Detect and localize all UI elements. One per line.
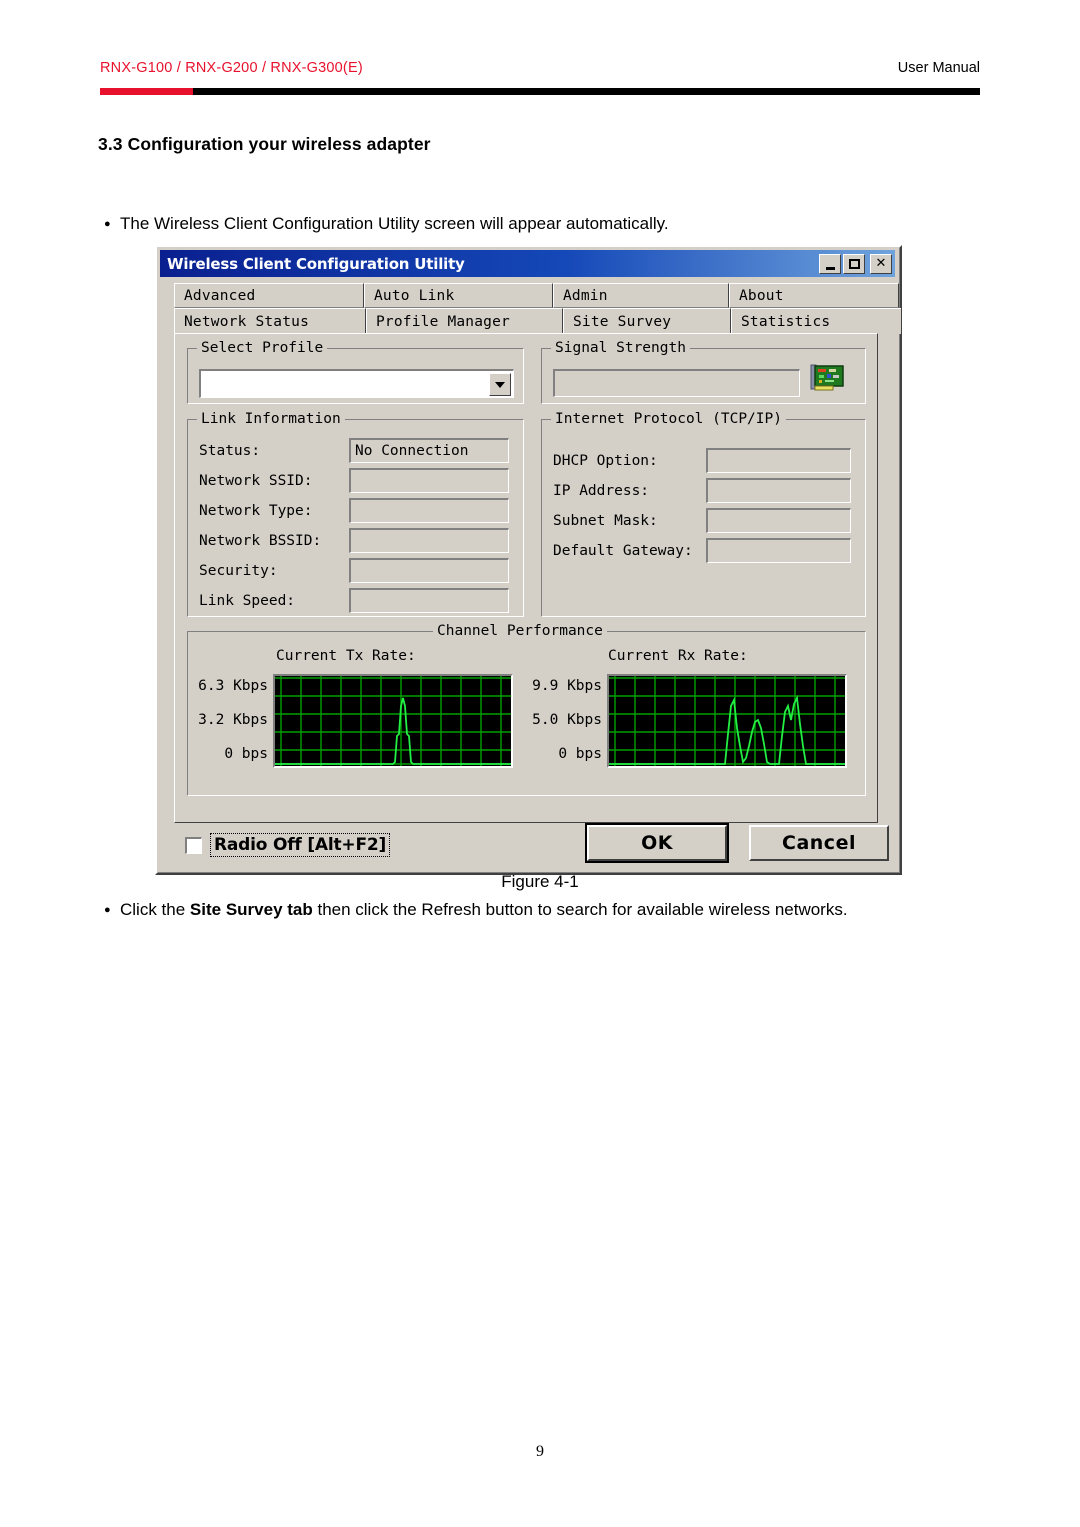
link-row-network-type: Network Type: (199, 498, 509, 523)
internet-protocol-group-title: Internet Protocol (TCP/IP) (551, 411, 786, 427)
minimize-icon[interactable] (819, 253, 841, 274)
tab-advanced[interactable]: Advanced (174, 283, 364, 308)
value-dhcp-option (706, 448, 851, 473)
current-tx-rate-title: Current Tx Rate: (276, 648, 416, 664)
label-link-speed: Link Speed: (199, 592, 296, 609)
label-network-type: Network Type: (199, 502, 313, 519)
network-status-tab-panel: Select Profile Signal Strength Link Info… (174, 333, 878, 823)
signal-strength-group-title: Signal Strength (551, 340, 690, 356)
tx-axis-label-top: 6.3 Kbps (198, 678, 268, 694)
radio-off-checkbox-row[interactable]: Radio Off [Alt+F2] (185, 833, 391, 857)
link-row-network-ssid: Network SSID: (199, 468, 509, 493)
link-information-group-title: Link Information (197, 411, 345, 427)
value-subnet-mask (706, 508, 851, 533)
value-network-bssid (349, 528, 509, 553)
bullet-item-first: The Wireless Client Configuration Utilit… (104, 211, 984, 236)
ip-row-ip-address: IP Address: (553, 478, 851, 503)
link-information-group: Link Information Status: No Connection N… (187, 411, 524, 617)
link-row-link-speed: Link Speed: (199, 588, 509, 613)
radio-off-label: Radio Off [Alt+F2] (210, 833, 391, 857)
tab-site-survey[interactable]: Site Survey (563, 308, 731, 334)
ok-button-label: OK (641, 832, 673, 854)
bullet-second-text: Click the Site Survey tab then click the… (120, 897, 848, 922)
value-security (349, 558, 509, 583)
link-row-status: Status: No Connection (199, 438, 509, 463)
link-row-security: Security: (199, 558, 509, 583)
tab-admin[interactable]: Admin (553, 283, 729, 308)
select-profile-combobox[interactable] (199, 369, 514, 398)
ip-row-dhcp-option: DHCP Option: (553, 448, 851, 473)
ok-button[interactable]: OK (585, 823, 729, 863)
rx-axis-label-top: 9.9 Kbps (532, 678, 602, 694)
tx-axis-label-mid: 3.2 Kbps (198, 712, 268, 728)
label-dhcp-option: DHCP Option: (553, 452, 658, 469)
rx-axis-label-mid: 5.0 Kbps (532, 712, 602, 728)
label-security: Security: (199, 562, 278, 579)
tab-strip-row-2: Network Status Profile Manager Site Surv… (174, 308, 901, 334)
page-number: 9 (536, 1443, 544, 1460)
document-header: RNX-G100 / RNX-G200 / RNX-G300(E) User M… (100, 60, 980, 76)
tab-statistics[interactable]: Statistics (731, 308, 901, 334)
ip-row-subnet-mask: Subnet Mask: (553, 508, 851, 533)
value-ip-address (706, 478, 851, 503)
tx-axis-label-bottom: 0 bps (224, 746, 268, 762)
value-network-type (349, 498, 509, 523)
header-manual-label: User Manual (897, 60, 980, 76)
tab-about[interactable]: About (729, 283, 899, 308)
current-rx-rate-title: Current Rx Rate: (608, 648, 748, 664)
signal-strength-group: Signal Strength (541, 340, 866, 404)
window-titlebar: Wireless Client Configuration Utility ✕ (160, 250, 895, 277)
header-models: RNX-G100 / RNX-G200 / RNX-G300(E) (100, 60, 363, 76)
rx-rate-graph (607, 674, 847, 768)
value-link-speed (349, 588, 509, 613)
label-ip-address: IP Address: (553, 482, 650, 499)
header-rule (100, 88, 980, 95)
tab-network-status[interactable]: Network Status (174, 308, 366, 334)
maximize-icon[interactable] (843, 253, 865, 274)
tab-auto-link[interactable]: Auto Link (364, 283, 553, 308)
internet-protocol-group: Internet Protocol (TCP/IP) DHCP Option: … (541, 411, 866, 617)
link-row-network-bssid: Network BSSID: (199, 528, 509, 553)
network-card-icon (809, 361, 849, 395)
close-icon[interactable]: ✕ (870, 253, 892, 274)
bullet-marker-icon (104, 897, 120, 922)
label-default-gateway: Default Gateway: (553, 542, 693, 559)
radio-off-checkbox[interactable] (185, 836, 202, 854)
wireless-client-configuration-utility-window: Wireless Client Configuration Utility ✕ … (155, 245, 902, 875)
window-controls: ✕ (819, 253, 892, 274)
select-profile-group-title: Select Profile (197, 340, 328, 356)
cancel-button-label: Cancel (782, 832, 856, 854)
value-network-ssid (349, 468, 509, 493)
bullet-marker-icon (104, 211, 120, 236)
window-title: Wireless Client Configuration Utility (167, 254, 465, 273)
tx-rate-graph (273, 674, 513, 768)
tab-strip-row-1: Advanced Auto Link Admin About (174, 283, 899, 308)
chevron-down-icon[interactable] (489, 373, 511, 396)
bullet-item-second: Click the Site Survey tab then click the… (104, 897, 924, 922)
bullet-second-prefix: Click the (120, 900, 190, 919)
page-title: 3.3 Configuration your wireless adapter (98, 134, 431, 154)
rx-axis-label-bottom: 0 bps (558, 746, 602, 762)
channel-performance-group-title: Channel Performance (433, 623, 607, 639)
bullet-second-emphasis: Site Survey tab (189, 900, 313, 919)
cancel-button[interactable]: Cancel (749, 825, 889, 861)
label-network-ssid: Network SSID: (199, 472, 313, 489)
label-status: Status: (199, 442, 261, 459)
figure-caption: Figure 4-1 (501, 872, 579, 891)
label-subnet-mask: Subnet Mask: (553, 512, 658, 529)
value-default-gateway (706, 538, 851, 563)
signal-strength-bar (553, 369, 800, 397)
select-profile-group: Select Profile (187, 340, 524, 404)
ip-row-default-gateway: Default Gateway: (553, 538, 851, 563)
channel-performance-group: Channel Performance Current Tx Rate: Cur… (187, 623, 866, 796)
tab-profile-manager[interactable]: Profile Manager (366, 308, 563, 334)
header-rule-red-segment (100, 88, 193, 95)
bullet-first-text: The Wireless Client Configuration Utilit… (120, 214, 669, 233)
bullet-second-suffix: then click the Refresh button to search … (312, 900, 848, 919)
label-network-bssid: Network BSSID: (199, 532, 322, 549)
value-status: No Connection (349, 438, 509, 463)
